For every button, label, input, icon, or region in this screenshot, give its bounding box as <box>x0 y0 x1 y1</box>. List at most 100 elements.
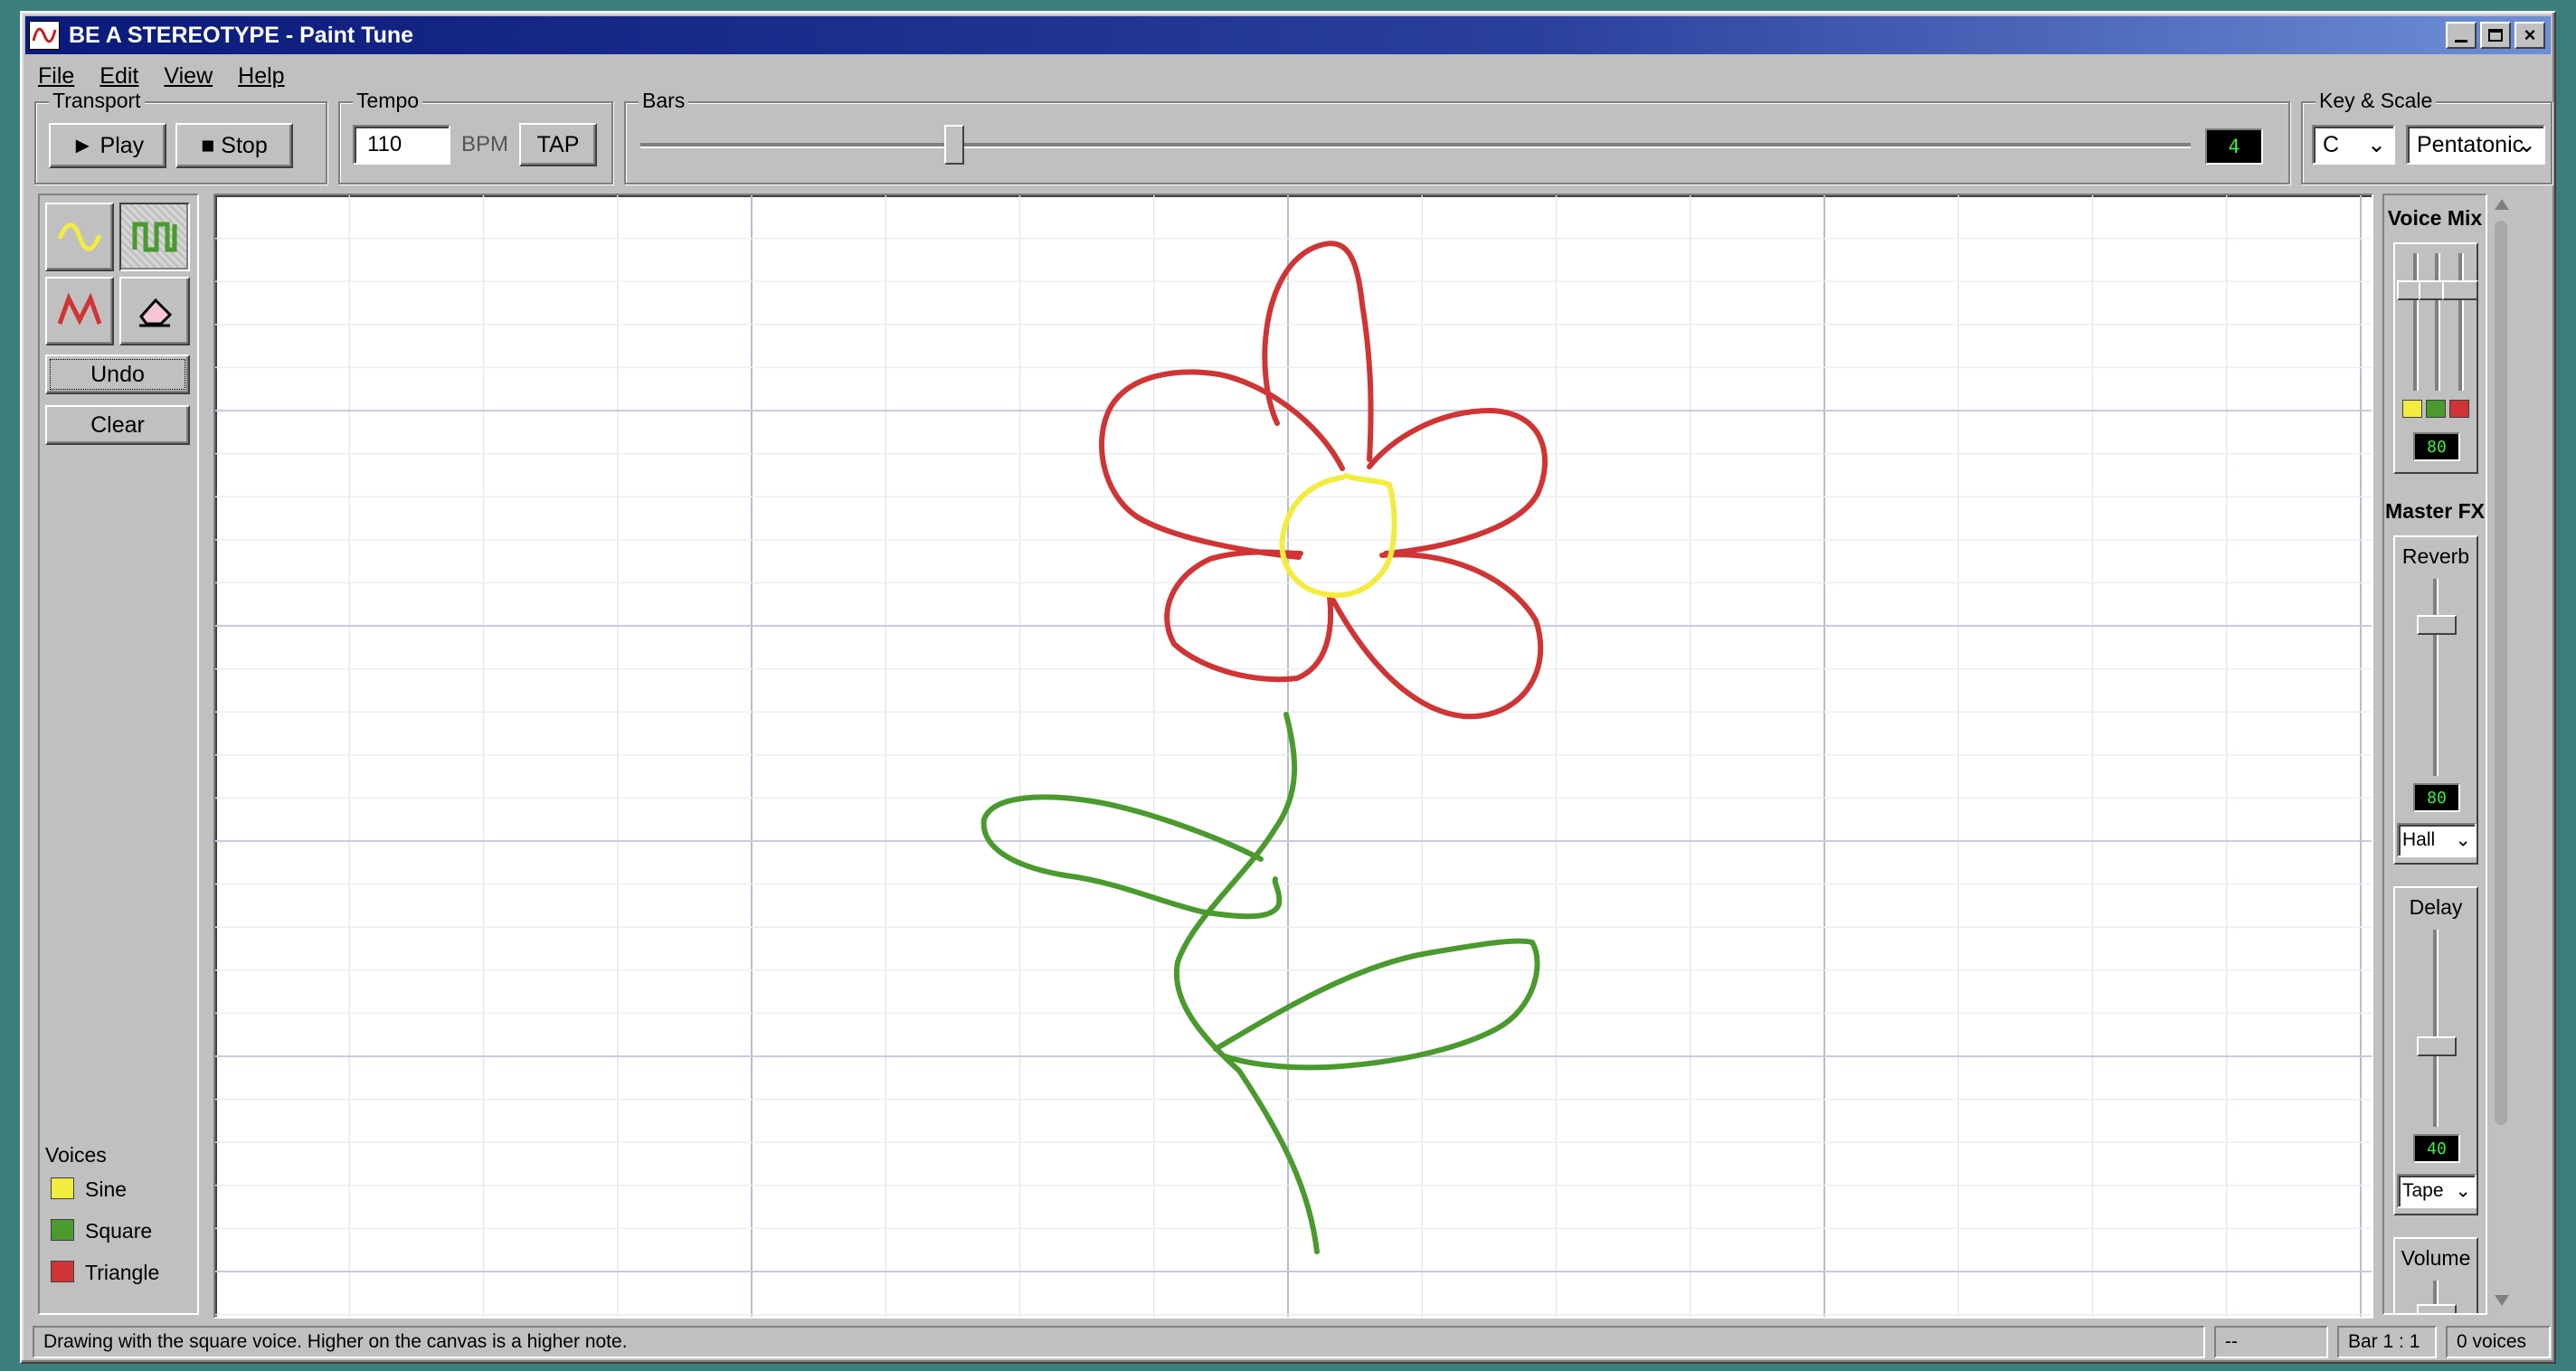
window-title: BE A STEREOTYPE - Paint Tune <box>69 22 414 48</box>
voice-mix-box: 80 <box>2393 242 2478 474</box>
key-select[interactable]: C ⌄ <box>2312 125 2395 165</box>
menu-file[interactable]: File <box>25 63 87 90</box>
petal-bottom-left <box>1164 549 1334 683</box>
triangle-level-swatch <box>2449 400 2469 418</box>
chevron-down-icon: ⌄ <box>2367 132 2386 157</box>
reverb-label: Reverb <box>2401 544 2470 568</box>
reverb-type-value: Hall <box>2402 829 2436 850</box>
delay-thumb[interactable] <box>2417 1036 2457 1056</box>
petal-left <box>1099 369 1345 560</box>
voice-mix-title: Voice Mix <box>2387 206 2483 230</box>
square-level-swatch <box>2426 400 2446 418</box>
tempo-label: Tempo <box>353 89 423 113</box>
delay-label: Delay <box>2409 895 2463 919</box>
volume-thumb[interactable] <box>2417 1304 2457 1313</box>
delay-type-value: Tape <box>2402 1180 2444 1201</box>
clear-button[interactable]: Clear <box>45 405 190 445</box>
status-note: -- <box>2214 1326 2328 1358</box>
flower-center <box>1279 473 1397 599</box>
eraser-tool-button[interactable] <box>119 277 190 345</box>
status-bar: Drawing with the square voice. Higher on… <box>25 1320 2551 1362</box>
triangle-tool-button[interactable] <box>45 277 114 345</box>
transport-label: Transport <box>49 89 145 113</box>
reverb-box: Reverb 80 Hall ⌄ <box>2393 535 2478 865</box>
chevron-down-icon: ⌄ <box>2455 829 2471 851</box>
triangle-swatch <box>51 1261 74 1282</box>
sine-tool-button[interactable] <box>45 203 114 271</box>
eraser-icon <box>139 298 173 327</box>
menu-view[interactable]: View <box>151 63 225 90</box>
square-level-track[interactable] <box>2435 253 2440 391</box>
scroll-down-icon[interactable] <box>2495 1295 2509 1306</box>
legend-sine: Sine <box>85 1177 128 1201</box>
close-button[interactable]: × <box>2514 22 2545 49</box>
triangle-wave-icon <box>57 293 102 326</box>
tempo-value: 110 <box>367 132 402 156</box>
delay-track[interactable] <box>2433 930 2439 1127</box>
leaf-right <box>1213 938 1540 1071</box>
mixer-scrollbar[interactable] <box>2491 194 2513 1315</box>
voices-legend-title: Voices <box>45 1143 107 1167</box>
legend-triangle: Triangle <box>85 1261 160 1284</box>
canvas-svg[interactable] <box>215 195 2372 1317</box>
app-window: BE A STEREOTYPE - Paint Tune × File Edit… <box>20 11 2556 1364</box>
scale-select[interactable]: Pentatonic ⌄ <box>2406 125 2545 165</box>
close-icon: × <box>2524 24 2536 46</box>
bars-slider-thumb[interactable] <box>944 125 964 165</box>
bars-group: Bars 4 <box>624 89 2290 184</box>
transport-group: Transport ► Play ■ Stop <box>34 89 327 184</box>
tool-palette: Undo Clear Voices Sine Square Triangle <box>38 194 199 1315</box>
petal-right-lower <box>1331 552 1544 720</box>
bpm-unit: BPM <box>461 132 509 156</box>
voice-mix-value: 80 <box>2413 432 2460 461</box>
tempo-input[interactable]: 110 <box>353 125 450 165</box>
menu-help[interactable]: Help <box>225 63 297 90</box>
tempo-group: Tempo 110 BPM TAP <box>338 89 613 184</box>
undo-button[interactable]: Undo <box>45 355 190 394</box>
stem-line <box>1173 712 1320 1254</box>
reverb-value: 80 <box>2413 783 2460 812</box>
drawing-canvas[interactable] <box>213 194 2373 1319</box>
bars-label: Bars <box>639 89 689 113</box>
sine-swatch <box>51 1177 74 1199</box>
title-bar[interactable]: BE A STEREOTYPE - Paint Tune × <box>25 16 2551 54</box>
volume-box: Volume <box>2393 1237 2478 1313</box>
play-button[interactable]: ► Play <box>49 123 166 168</box>
chevron-down-icon: ⌄ <box>2517 132 2536 157</box>
bars-value-display: 4 <box>2205 128 2263 165</box>
triangle-level-track[interactable] <box>2458 253 2464 391</box>
menu-edit[interactable]: Edit <box>87 63 151 90</box>
square-tool-button[interactable] <box>119 203 190 271</box>
minimize-icon <box>2455 39 2467 43</box>
status-position: Bar 1 : 1 <box>2337 1326 2437 1358</box>
scale-value: Pentatonic <box>2417 131 2524 157</box>
square-wave-icon <box>132 222 177 252</box>
sine-level-track[interactable] <box>2413 253 2419 391</box>
delay-type-select[interactable]: Tape ⌄ <box>2397 1174 2477 1208</box>
stop-button[interactable]: ■ Stop <box>175 123 293 168</box>
master-fx-title: Master FX <box>2385 499 2485 523</box>
delay-value: 40 <box>2413 1134 2460 1163</box>
triangle-level-thumb[interactable] <box>2442 280 2478 300</box>
status-message: Drawing with the square voice. Higher on… <box>33 1326 2205 1358</box>
sine-wave-icon <box>57 222 102 251</box>
reverb-track[interactable] <box>2433 579 2439 776</box>
mixer-panel: Voice Mix 80 Master FX Reverb 80 Hall ⌄ <box>2382 194 2487 1315</box>
scroll-thumb[interactable] <box>2495 221 2507 1125</box>
reverb-thumb[interactable] <box>2417 615 2457 635</box>
maximize-icon <box>2488 29 2503 42</box>
key-value: C <box>2323 131 2340 157</box>
volume-label: Volume <box>2401 1246 2471 1270</box>
minimize-button[interactable] <box>2446 22 2477 49</box>
leaf-left <box>980 794 1283 920</box>
maximize-button[interactable] <box>2480 22 2511 49</box>
reverb-type-select[interactable]: Hall ⌄ <box>2397 823 2477 857</box>
status-voices: 0 voices <box>2446 1326 2551 1358</box>
scroll-up-icon[interactable] <box>2495 199 2509 210</box>
tap-tempo-button[interactable]: TAP <box>519 123 597 166</box>
bars-slider-track[interactable] <box>640 143 2191 148</box>
sine-level-swatch <box>2402 400 2422 418</box>
square-swatch <box>51 1219 74 1241</box>
petal-top <box>1262 241 1374 462</box>
delay-box: Delay 40 Tape ⌄ <box>2393 886 2478 1215</box>
